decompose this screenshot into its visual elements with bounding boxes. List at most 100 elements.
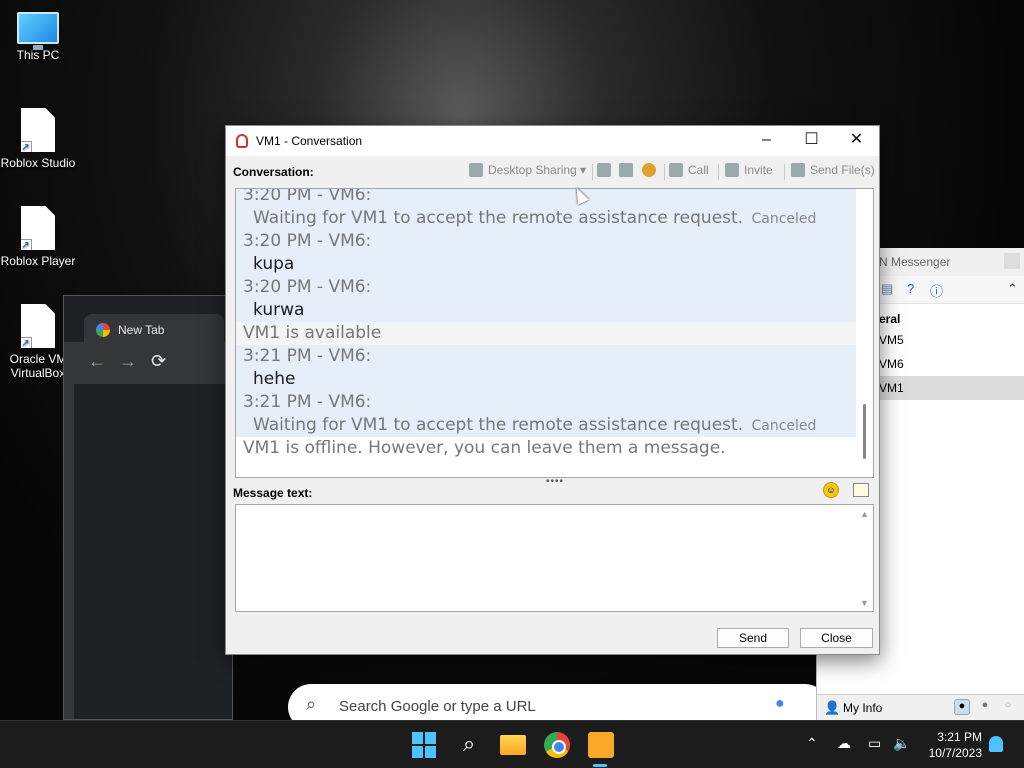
forward-arrow-icon[interactable]: → — [119, 351, 137, 372]
system-clock[interactable]: 3:21 PM 10/7/2023 — [918, 729, 982, 761]
message-header: 3:20 PM - VM6: — [243, 277, 372, 297]
close-button[interactable]: Close — [800, 628, 873, 648]
file-transfer-button[interactable] — [619, 163, 633, 177]
history-icon — [597, 163, 611, 177]
presence-status-line: VM1 is offline. However, you can leave t… — [236, 437, 856, 460]
font-format-icon[interactable] — [853, 483, 869, 497]
desktop-icon-label: Roblox Player — [0, 254, 76, 268]
messenger-title: N Messenger — [879, 255, 951, 269]
help-icon[interactable]: ? — [907, 281, 914, 296]
send-files-button[interactable]: Send File(s) — [791, 163, 875, 177]
gear-icon — [642, 163, 656, 177]
messenger-taskbar-icon[interactable] — [588, 732, 614, 758]
conversation-toolbar: Conversation: Desktop Sharing ▾ Call Inv… — [226, 156, 879, 188]
shortcut-file-icon: ↗ — [21, 304, 55, 348]
message-body: Waiting for VM1 to accept the remote ass… — [253, 415, 817, 435]
info-icon[interactable]: ⓘ — [930, 281, 943, 300]
online-status-icon[interactable]: ● — [954, 699, 970, 715]
conversation-history[interactable]: 3:20 PM - VM6: Waiting for VM1 to accept… — [235, 188, 874, 478]
volume-muted-icon[interactable]: 🔈 — [893, 735, 910, 752]
call-button[interactable]: Call — [669, 163, 709, 177]
active-app-indicator — [593, 764, 607, 767]
pane-splitter[interactable]: •••• — [546, 476, 564, 487]
start-button[interactable] — [412, 732, 438, 758]
shortcut-file-icon: ↗ — [21, 206, 55, 250]
message-body: hehe — [253, 369, 296, 389]
message-body: kupa — [253, 254, 295, 274]
desktop-icon-label: This PC — [16, 48, 60, 62]
chrome-tab[interactable]: New Tab — [84, 314, 224, 344]
contacts-icon[interactable]: ▤ — [881, 281, 893, 297]
shortcut-file-icon: ↗ — [21, 108, 55, 152]
chrome-logo-icon — [96, 323, 110, 337]
invite-button[interactable]: Invite — [725, 163, 773, 177]
chrome-content — [74, 384, 232, 719]
back-arrow-icon[interactable]: ← — [88, 351, 106, 372]
reload-icon[interactable]: ⟳ — [151, 351, 166, 372]
chrome-taskbar-icon[interactable] — [544, 732, 570, 758]
conversation-window: VM1 - Conversation – ☐ ✕ Conversation: D… — [225, 125, 880, 655]
messenger-app-icon — [236, 134, 248, 148]
microphone-icon[interactable]: ● — [775, 695, 785, 713]
message-input[interactable] — [236, 505, 856, 611]
cloud-icon[interactable]: ☁ — [837, 735, 851, 752]
history-button[interactable] — [597, 163, 611, 177]
scroll-down-icon[interactable]: ▼ — [860, 598, 869, 608]
message-header: 3:20 PM - VM6: — [243, 231, 372, 251]
clock-date: 10/7/2023 — [928, 746, 982, 760]
notification-bell-icon[interactable] — [989, 736, 1003, 752]
my-info-link[interactable]: My Info — [843, 701, 882, 715]
desktop-icon-label: Roblox Studio — [0, 156, 76, 170]
message-entry: 3:21 PM - VM6: Waiting for VM1 to accept… — [236, 391, 856, 437]
scroll-up-icon[interactable]: ▲ — [860, 509, 869, 519]
message-status: Canceled — [751, 418, 817, 434]
desktop-icon-roblox-player[interactable]: ↗ Roblox Player — [0, 206, 76, 268]
desktop-sharing-icon — [469, 163, 483, 177]
user-icon: 👤 — [824, 700, 841, 715]
search-placeholder: Search Google or type a URL — [339, 698, 536, 715]
file-explorer-icon[interactable] — [500, 735, 526, 755]
message-entry: 3:20 PM - VM6: kupa — [236, 230, 856, 276]
search-icon: ⌕ — [306, 694, 317, 714]
search-icon[interactable]: ⌕ — [456, 732, 482, 758]
desktop-icon-this-pc[interactable]: This PC — [0, 12, 76, 62]
maximize-button[interactable]: ☐ — [789, 126, 834, 156]
message-entry: 3:20 PM - VM6: Waiting for VM1 to accept… — [236, 188, 856, 230]
chrome-window: New Tab ← → ⟳ — [63, 295, 233, 720]
desktop-sharing-button[interactable]: Desktop Sharing ▾ — [469, 163, 586, 177]
minimize-button[interactable]: – — [744, 126, 789, 156]
document-icon — [619, 163, 633, 177]
away-status-icon[interactable]: ● — [977, 699, 993, 715]
close-window-button[interactable]: ✕ — [834, 126, 879, 156]
conversation-titlebar: VM1 - Conversation – ☐ ✕ — [226, 126, 879, 156]
clock-time: 3:21 PM — [937, 730, 982, 744]
network-icon[interactable]: ▭ — [868, 735, 881, 752]
message-body: kurwa — [253, 300, 305, 320]
send-file-icon — [791, 163, 805, 177]
chrome-tab-title: New Tab — [118, 323, 165, 337]
message-header: 3:20 PM - VM6: — [243, 188, 372, 205]
history-scrollbar[interactable] — [856, 189, 873, 477]
chrome-tabstrip: New Tab — [64, 296, 232, 344]
settings-button[interactable] — [642, 163, 656, 177]
scrollbar-thumb[interactable] — [863, 404, 866, 459]
message-header: 3:21 PM - VM6: — [243, 392, 372, 412]
close-icon[interactable] — [1004, 253, 1020, 269]
chevron-up-icon[interactable]: ⌃ — [1007, 281, 1018, 297]
message-input-box: ▲ ▼ — [235, 504, 874, 612]
message-body: Waiting for VM1 to accept the remote ass… — [253, 208, 817, 228]
chrome-navbar: ← → ⟳ — [64, 342, 232, 382]
offline-status-icon[interactable]: ○ — [1000, 699, 1016, 715]
emoticon-icon[interactable]: ☺ — [823, 482, 839, 498]
presence-status-line: VM1 is available — [236, 322, 856, 345]
message-entry: 3:21 PM - VM6: hehe — [236, 345, 856, 391]
taskbar: ⌕ ⌃ ☁ ▭ 🔈 3:21 PM 10/7/2023 — [0, 720, 1024, 768]
window-title: VM1 - Conversation — [256, 134, 363, 148]
invite-users-icon — [725, 163, 739, 177]
send-button[interactable]: Send — [717, 628, 789, 648]
chevron-up-icon[interactable]: ⌃ — [806, 735, 818, 752]
messenger-statusbar: 👤 My Info ● ● ○ — [817, 694, 1024, 720]
message-scrollbar[interactable]: ▲ ▼ — [856, 505, 873, 611]
desktop-icon-roblox-studio[interactable]: ↗ Roblox Studio — [0, 108, 76, 170]
message-text-label: Message text: — [233, 486, 313, 500]
